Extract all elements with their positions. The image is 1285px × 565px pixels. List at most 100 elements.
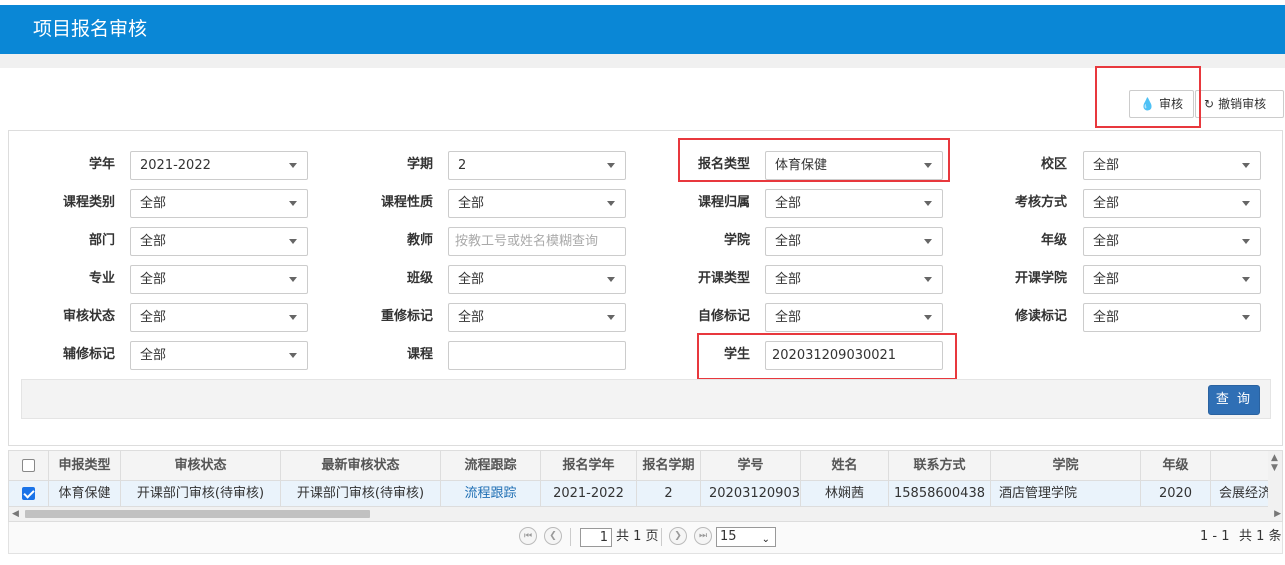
first-page-icon[interactable]: ⏮ [519,527,537,545]
chongxiu-biaoji-select[interactable]: 全部 [448,303,626,332]
col-header[interactable]: 报名学期 [637,451,701,480]
zixiu-biaoji-select[interactable]: 全部 [765,303,943,332]
total-records-text: 共 1 条 [1239,529,1282,544]
label-kecheng-leibie: 课程类别 [62,195,115,210]
col-header[interactable]: 学院 [991,451,1141,480]
kecheng-leibie-value: 全部 [140,196,167,211]
col-header[interactable]: 学号 [701,451,801,480]
kecheng-guishu-value: 全部 [775,196,802,211]
col-header[interactable]: 申报类型 [49,451,121,480]
page-number-input[interactable]: 1 [580,528,612,547]
label-zhuanye: 专业 [88,271,115,286]
chevron-down-icon [924,201,932,206]
label-zixiu-biaoji: 自修标记 [697,309,750,324]
scroll-right-icon[interactable]: ▶ [1274,509,1281,519]
kecheng-guishu-select[interactable]: 全部 [765,189,943,218]
xiudu-biaoji-select[interactable]: 全部 [1083,303,1261,332]
select-all-checkbox[interactable] [22,459,35,472]
kaohe-fangshi-select[interactable]: 全部 [1083,189,1261,218]
scrollbar-thumb[interactable] [25,510,370,518]
chevron-down-icon [289,315,297,320]
xiaoqu-select[interactable]: 全部 [1083,151,1261,180]
result-table: 申报类型 审核状态 最新审核状态 流程跟踪 报名学年 报名学期 学号 姓名 联系… [8,450,1283,522]
kaohe-fangshi-value: 全部 [1093,196,1120,211]
kaike-leixing-select[interactable]: 全部 [765,265,943,294]
cell-baoming-xuenian: 2021-2022 [541,481,637,506]
label-xuesheng: 学生 [723,347,750,362]
page-size-select[interactable]: 15 ⌄ [716,527,776,547]
col-header[interactable]: 报名学年 [541,451,637,480]
audit-button-label: 审核 [1158,97,1183,111]
cancel-audit-button-label: 撤销审核 [1218,97,1267,111]
scroll-down-icon[interactable]: ▼ [1271,463,1278,473]
range-text: 1 - 1 [1200,529,1230,544]
horizontal-scrollbar[interactable]: ◀ ▶ [9,507,1282,521]
cell-zuixin-shenhe: 开课部门审核(待审核) [281,481,441,506]
fuxiu-biaoji-select[interactable]: 全部 [130,341,308,370]
row-checkbox[interactable] [22,487,35,500]
label-kecheng: 课程 [406,347,433,362]
select-all-cell [9,451,49,480]
kaike-xueyuan-value: 全部 [1093,272,1120,287]
next-page-icon[interactable]: ❯ [669,527,687,545]
refresh-icon: ↻ [1204,97,1215,111]
zhuanye-select[interactable]: 全部 [130,265,308,294]
cell-extra: 会展经济与 [1219,486,1271,501]
chevron-down-icon [289,163,297,168]
droplet-icon: 💧 [1140,97,1155,111]
col-header[interactable]: 姓名 [801,451,889,480]
xuesheng-input[interactable] [765,341,943,370]
col-header[interactable]: 流程跟踪 [441,451,541,480]
nianji-select[interactable]: 全部 [1083,227,1261,256]
bumen-select[interactable]: 全部 [130,227,308,256]
scroll-left-icon[interactable]: ◀ [12,509,19,519]
col-header[interactable] [1211,451,1271,480]
process-tracking-link[interactable]: 流程跟踪 [441,481,541,506]
label-xiudu-biaoji: 修读标记 [1014,309,1067,324]
divider-bar [0,54,1285,68]
kecheng-leibie-select[interactable]: 全部 [130,189,308,218]
banji-select[interactable]: 全部 [448,265,626,294]
jiaoshi-input[interactable] [448,227,626,256]
chevron-down-icon [1242,201,1250,206]
kecheng-xingzhi-select[interactable]: 全部 [448,189,626,218]
query-button[interactable]: 查 询 [1208,385,1260,415]
total-pages-text: 共 1 页 [616,529,659,544]
label-baoming-leixing: 报名类型 [697,157,750,172]
baoming-leixing-select[interactable]: 体育保健 [765,151,943,180]
chevron-down-icon [924,239,932,244]
col-header[interactable]: 最新审核状态 [281,451,441,480]
prev-page-icon[interactable]: ❮ [544,527,562,545]
zixiu-biaoji-value: 全部 [775,310,802,325]
chevron-down-icon [1242,277,1250,282]
page-size-value: 15 [720,529,737,544]
kaike-xueyuan-select[interactable]: 全部 [1083,265,1261,294]
label-kaohe-fangshi: 考核方式 [1014,195,1067,210]
col-header[interactable]: 审核状态 [121,451,281,480]
page: 项目报名审核 💧 审核 ↻ 撤销审核 学年 2021-2022 学期 2 报名类型 … [0,0,1285,565]
xueyuan-select[interactable]: 全部 [765,227,943,256]
scroll-up-icon[interactable]: ▲ [1271,453,1278,463]
chevron-down-icon [607,315,615,320]
xuenian-select[interactable]: 2021-2022 [130,151,308,180]
chevron-down-icon [1242,315,1250,320]
xuenian-value: 2021-2022 [140,158,211,173]
col-header[interactable]: 年级 [1141,451,1211,480]
banji-value: 全部 [458,272,485,287]
kecheng-input[interactable] [448,341,626,370]
col-header[interactable]: 联系方式 [889,451,991,480]
xueqi-select[interactable]: 2 [448,151,626,180]
pager-divider [661,528,662,546]
last-page-icon[interactable]: ⏭ [694,527,712,545]
vertical-scrollbar[interactable]: ▲ ▼ [1268,451,1282,507]
table-row[interactable]: 体育保健 开课部门审核(待审核) 开课部门审核(待审核) 流程跟踪 2021-2… [9,481,1282,507]
xueqi-value: 2 [458,158,467,173]
baoming-leixing-value: 体育保健 [775,158,828,173]
audit-button[interactable]: 💧 审核 [1129,90,1194,118]
cell-shenbao-leixing: 体育保健 [49,481,121,506]
kecheng-xingzhi-value: 全部 [458,196,485,211]
cancel-audit-button[interactable]: ↻ 撤销审核 [1195,90,1284,118]
shenhe-zhuangtai-select[interactable]: 全部 [130,303,308,332]
label-jiaoshi: 教师 [406,233,433,248]
cell-xueyuan: 酒店管理学院 [991,481,1141,506]
